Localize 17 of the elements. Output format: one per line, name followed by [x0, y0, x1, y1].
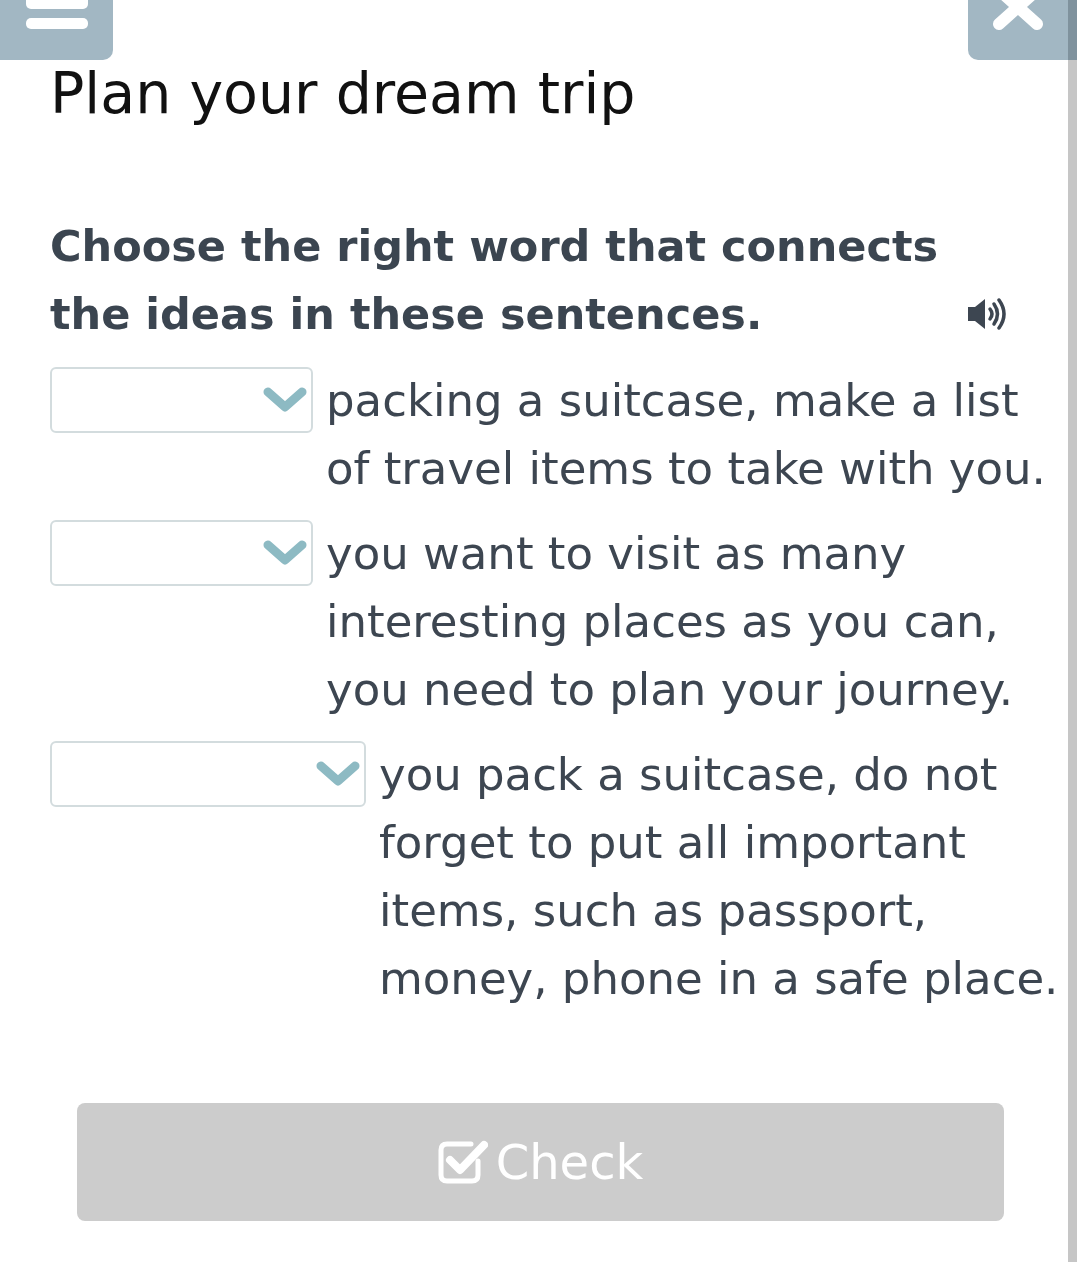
sentence-text: you pack a suitcase, do not forget to put all important items, such as passport, money, phone in a safe place.: [379, 747, 1060, 1007]
checkbox-icon: [437, 1139, 488, 1185]
close-icon: [993, 0, 1043, 30]
close-button[interactable]: [968, 0, 1068, 60]
scrollbar[interactable]: [1068, 0, 1077, 1262]
page-title: Plan your dream trip: [50, 60, 637, 126]
dropdown-field[interactable]: [50, 741, 366, 807]
instruction-text: Choose the right word that connects the ideas in these sentences.: [50, 220, 940, 341]
dropdown-field[interactable]: [50, 367, 313, 433]
chevron-down-icon: [263, 387, 307, 413]
chevron-down-icon: [316, 761, 360, 787]
sentence-text: packing a suitcase, make a list of travel items to take with you.: [326, 373, 1047, 497]
dropdown-field[interactable]: [50, 520, 313, 586]
menu-button[interactable]: [0, 0, 113, 60]
sentence-text: you want to visit as many interesting places as you can, you need to plan your journey.: [326, 526, 1015, 718]
menu-icon: [25, 0, 88, 29]
chevron-down-icon: [263, 540, 307, 566]
